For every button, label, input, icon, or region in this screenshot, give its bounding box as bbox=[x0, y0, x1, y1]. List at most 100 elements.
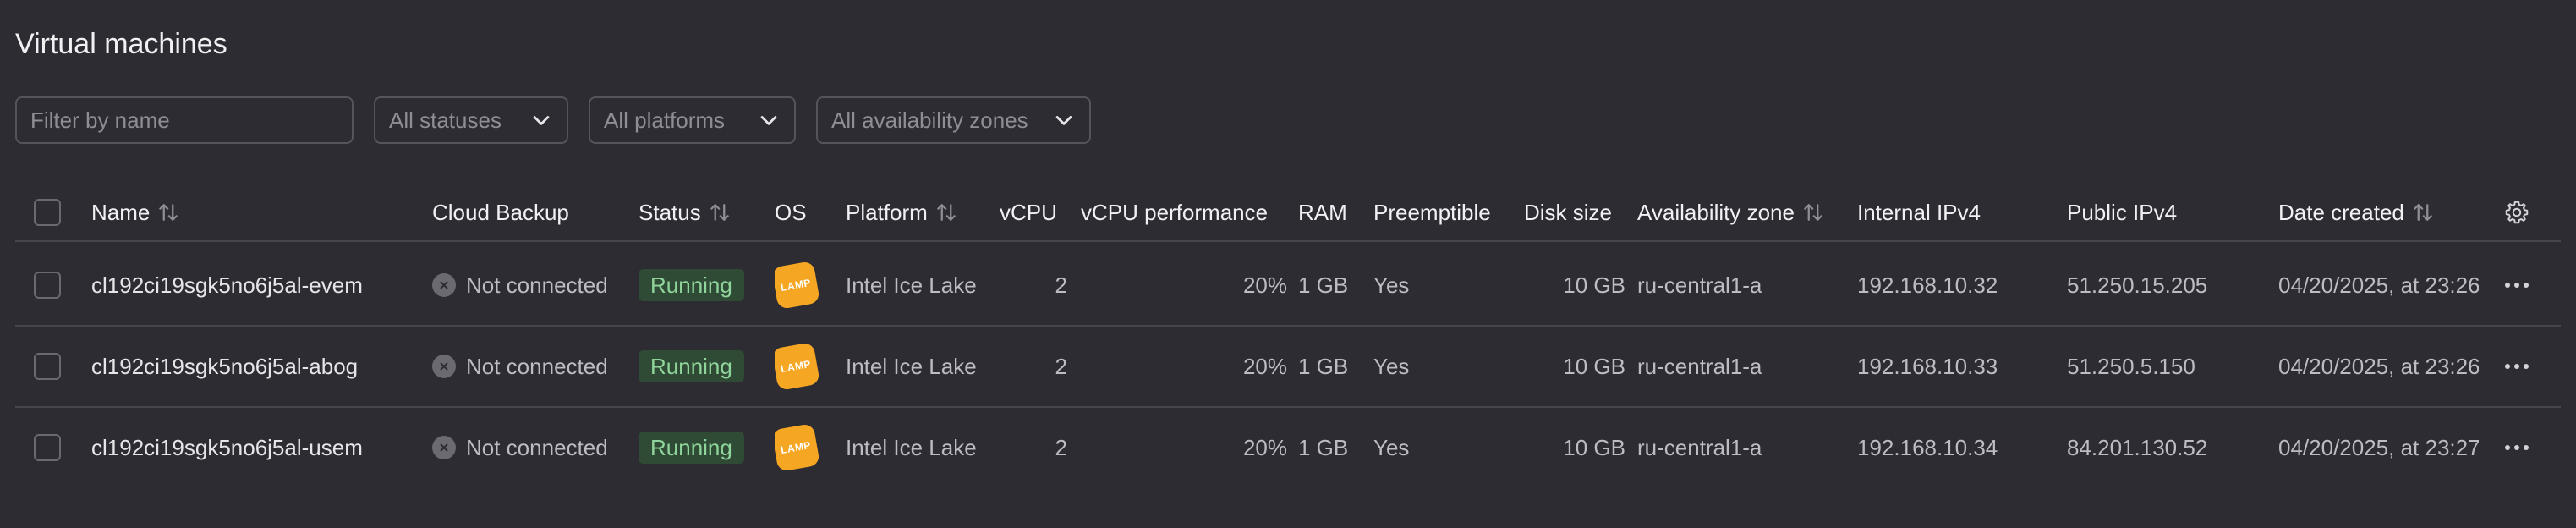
public-ipv4-cell: 51.250.15.205 bbox=[2067, 272, 2208, 298]
row-checkbox[interactable] bbox=[34, 434, 61, 461]
status-filter-select[interactable]: All statuses bbox=[374, 96, 568, 144]
disk-size-cell: 10 GB bbox=[1563, 272, 1625, 298]
status-badge: Running bbox=[639, 269, 744, 301]
vm-name[interactable]: cl192ci19sgk5no6j5al-abog bbox=[91, 327, 421, 406]
column-header-vcpu: vCPU bbox=[1000, 184, 1067, 240]
select-all-checkbox[interactable] bbox=[34, 199, 61, 226]
chevron-down-icon bbox=[1055, 116, 1072, 125]
chevron-down-icon bbox=[760, 116, 777, 125]
internal-ipv4-cell: 192.168.10.33 bbox=[1857, 353, 1998, 379]
cloud-backup-text: Not connected bbox=[466, 353, 608, 379]
row-checkbox[interactable] bbox=[34, 353, 61, 380]
column-header-preemptible: Preemptible bbox=[1373, 184, 1509, 240]
availability-zone-cell: ru-central1-a bbox=[1637, 353, 1762, 379]
close-circle-icon bbox=[432, 355, 456, 378]
column-settings-cell bbox=[2500, 184, 2534, 240]
lamp-logo-icon: LAMP bbox=[775, 342, 820, 391]
cloud-backup-cell: Not connected bbox=[432, 408, 631, 487]
column-label: Preemptible bbox=[1373, 199, 1491, 225]
chevron-down-icon bbox=[533, 116, 550, 125]
column-header-availability-zone[interactable]: Availability zone bbox=[1637, 184, 1849, 240]
ram-cell: 1 GB bbox=[1298, 353, 1349, 379]
os-cell: LAMP bbox=[775, 408, 834, 487]
column-label: Status bbox=[639, 199, 701, 225]
vm-list-page: Virtual machines Filter by name All stat… bbox=[0, 0, 2576, 528]
column-label: Internal IPv4 bbox=[1857, 199, 1981, 225]
column-header-name[interactable]: Name bbox=[91, 184, 413, 240]
os-cell: LAMP bbox=[775, 327, 834, 406]
more-horizontal-icon[interactable] bbox=[2505, 364, 2529, 369]
date-created-cell: 04/20/2025, at 23:27 bbox=[2278, 434, 2479, 460]
vcpu-cell: 2 bbox=[1055, 434, 1067, 460]
page-title: Virtual machines bbox=[15, 28, 227, 60]
lamp-logo-icon: LAMP bbox=[775, 261, 820, 310]
availability-zone-cell: ru-central1-a bbox=[1637, 272, 1762, 298]
ram-cell: 1 GB bbox=[1298, 434, 1349, 460]
cloud-backup-cell: Not connected bbox=[432, 245, 631, 325]
table-header: Name Cloud Backup Status OS Platform vCP… bbox=[15, 184, 2561, 242]
filter-by-name-placeholder: Filter by name bbox=[30, 107, 170, 133]
column-header-date-created[interactable]: Date created bbox=[2278, 184, 2456, 240]
column-header-status[interactable]: Status bbox=[639, 184, 765, 240]
vm-name[interactable]: cl192ci19sgk5no6j5al-usem bbox=[91, 408, 421, 487]
preemptible-cell: Yes bbox=[1373, 434, 1410, 460]
table-row[interactable]: cl192ci19sgk5no6j5al-evem Not connected … bbox=[15, 245, 2561, 327]
column-header-cloud-backup: Cloud Backup bbox=[432, 184, 618, 240]
column-label: Cloud Backup bbox=[432, 199, 569, 225]
internal-ipv4-cell: 192.168.10.32 bbox=[1857, 272, 1998, 298]
os-cell: LAMP bbox=[775, 245, 834, 325]
column-label: vCPU performance bbox=[1081, 199, 1269, 225]
row-actions-cell bbox=[2500, 408, 2534, 487]
column-label: Availability zone bbox=[1637, 199, 1795, 225]
platform-filter-value: All platforms bbox=[604, 107, 726, 133]
column-header-disk-size: Disk size bbox=[1524, 184, 1625, 240]
column-label: Date created bbox=[2278, 199, 2404, 225]
vcpu-cell: 2 bbox=[1055, 272, 1067, 298]
row-checkbox[interactable] bbox=[34, 272, 61, 299]
sort-arrows-icon[interactable] bbox=[1801, 201, 1825, 224]
vm-name[interactable]: cl192ci19sgk5no6j5al-evem bbox=[91, 245, 421, 325]
cloud-backup-text: Not connected bbox=[466, 272, 608, 298]
column-header-ram: RAM bbox=[1298, 184, 1366, 240]
availability-zone-cell: ru-central1-a bbox=[1637, 434, 1762, 460]
row-actions-cell bbox=[2500, 245, 2534, 325]
zone-filter-value: All availability zones bbox=[831, 107, 1028, 133]
more-horizontal-icon[interactable] bbox=[2505, 445, 2529, 450]
vcpu-performance-cell: 20% bbox=[1242, 434, 1287, 460]
sort-arrows-icon[interactable] bbox=[708, 201, 732, 224]
sort-arrows-icon[interactable] bbox=[156, 201, 180, 224]
close-circle-icon bbox=[432, 273, 456, 297]
column-label: Platform bbox=[846, 199, 928, 225]
table-row[interactable]: cl192ci19sgk5no6j5al-abog Not connected … bbox=[15, 327, 2561, 408]
gear-icon[interactable] bbox=[2503, 199, 2530, 226]
platform-filter-select[interactable]: All platforms bbox=[589, 96, 796, 144]
cloud-backup-cell: Not connected bbox=[432, 327, 631, 406]
disk-size-cell: 10 GB bbox=[1563, 353, 1625, 379]
sort-arrows-icon[interactable] bbox=[934, 201, 958, 224]
public-ipv4-cell: 84.201.130.52 bbox=[2067, 434, 2208, 460]
select-all-cell bbox=[34, 184, 68, 240]
preemptible-cell: Yes bbox=[1373, 272, 1410, 298]
ram-cell: 1 GB bbox=[1298, 272, 1349, 298]
public-ipv4-cell: 51.250.5.150 bbox=[2067, 353, 2195, 379]
column-header-platform[interactable]: Platform bbox=[846, 184, 994, 240]
column-label: vCPU bbox=[1000, 199, 1057, 225]
column-header-internal-ipv4: Internal IPv4 bbox=[1857, 184, 2043, 240]
column-header-vcpu-performance: vCPU performance bbox=[1081, 184, 1284, 240]
row-actions-cell bbox=[2500, 327, 2534, 406]
column-header-public-ipv4: Public IPv4 bbox=[2067, 184, 2253, 240]
table-row[interactable]: cl192ci19sgk5no6j5al-usem Not connected … bbox=[15, 408, 2561, 487]
disk-size-cell: 10 GB bbox=[1563, 434, 1625, 460]
status-badge: Running bbox=[639, 350, 744, 382]
filter-by-name-input[interactable]: Filter by name bbox=[15, 96, 354, 144]
vcpu-performance-cell: 20% bbox=[1242, 272, 1287, 298]
vcpu-performance-cell: 20% bbox=[1242, 353, 1287, 379]
column-label: RAM bbox=[1298, 199, 1347, 225]
zone-filter-select[interactable]: All availability zones bbox=[816, 96, 1091, 144]
platform-cell: Intel Ice Lake bbox=[846, 434, 977, 460]
date-created-cell: 04/20/2025, at 23:26 bbox=[2278, 272, 2479, 298]
sort-arrows-icon[interactable] bbox=[2411, 201, 2435, 224]
vcpu-cell: 2 bbox=[1055, 353, 1067, 379]
status-cell: Running bbox=[639, 327, 765, 406]
more-horizontal-icon[interactable] bbox=[2505, 283, 2529, 288]
